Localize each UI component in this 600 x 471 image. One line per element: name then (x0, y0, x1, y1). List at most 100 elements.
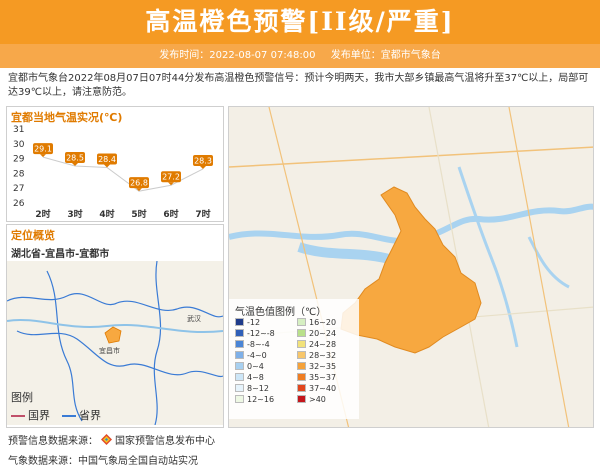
warning-source-label: 预警信息数据来源： (8, 436, 98, 447)
legend-swatch (235, 384, 244, 392)
temperature-chart: 31 30 29 28 27 26 29.1 2时 28.5 3时 28.4 4时 26.8 5时 27.2… (13, 125, 213, 220)
legend-swatch (297, 351, 306, 359)
overview-legend-title: 图例 (11, 391, 33, 404)
province-border-swatch (62, 415, 76, 417)
legend-label: -12 (247, 317, 261, 327)
temperature-legend-item: 4~8 (235, 372, 295, 382)
temperature-legend-item: -12~-8 (235, 328, 295, 338)
x-tick-label: 5时 (131, 208, 146, 220)
temperature-legend-item: -4~0 (235, 350, 295, 360)
temperature-legend-item: >40 (297, 394, 357, 404)
warning-map[interactable]: 气温色值图例（℃） -12 16~20 -12~-8 20~24 -8~-4 24~28-… (228, 106, 594, 428)
legend-label: 28~32 (309, 350, 337, 360)
temperature-legend-item: 8~12 (235, 383, 295, 393)
data-label: 29.1 (33, 143, 53, 158)
legend-label: 32~35 (309, 361, 337, 371)
temperature-legend-item: 37~40 (297, 383, 357, 393)
legend-label: 8~12 (247, 383, 269, 393)
legend-label: -8~-4 (247, 339, 270, 349)
y-tick-label: 30 (13, 140, 25, 150)
warning-description: 宜都市气象台2022年08月07日07时44分发布高温橙色预警信号：预计今明两天… (8, 73, 589, 98)
legend-swatch (235, 318, 244, 326)
x-tick-label: 2时 (35, 208, 50, 220)
publish-unit: 发布单位：宜都市气象台 (330, 50, 441, 61)
location-panel-title: 定位概览 (11, 229, 55, 242)
data-label: 28.4 (97, 153, 117, 168)
overview-legend: 图例 国界 省界 (11, 389, 101, 423)
temperature-legend-item: 12~16 (235, 394, 295, 404)
y-tick-label: 28 (13, 169, 25, 179)
temperature-legend-title: 气温色值图例（℃） (235, 307, 327, 318)
legend-label: -12~-8 (247, 328, 275, 338)
legend-label: 12~16 (247, 394, 275, 404)
x-tick-label: 7时 (195, 208, 210, 220)
data-label: 28.3 (193, 154, 213, 169)
legend-label: >40 (309, 394, 326, 404)
legend-label: 0~4 (247, 361, 264, 371)
temperature-legend-item: 32~35 (297, 361, 357, 371)
temperature-legend-item: 28~32 (297, 350, 357, 360)
location-panel: 定位概览 湖北省-宜昌市-宜都市 宜昌市 武汉 图例 国界 省界 (6, 224, 224, 428)
legend-swatch (297, 362, 306, 370)
svg-text:27.2: 27.2 (162, 173, 180, 182)
x-tick-label: 4时 (99, 208, 114, 220)
temperature-legend-item: 16~20 (297, 317, 357, 327)
overview-place-wuhan: 武汉 (187, 314, 201, 323)
x-tick-label: 6时 (163, 208, 178, 220)
temperature-legend-item: -12 (235, 317, 295, 327)
overview-legend-items: 国界 省界 (11, 407, 101, 423)
country-border-swatch (11, 415, 25, 417)
temperature-legend-panel: 气温色值图例（℃） -12 16~20 -12~-8 20~24 -8~-4 24~28-… (229, 299, 359, 419)
legend-label: 4~8 (247, 372, 264, 382)
data-label: 26.8 (129, 177, 149, 192)
legend-label: 24~28 (309, 339, 337, 349)
warning-title: 高温橙色预警[II级/严重] (0, 0, 600, 44)
y-tick-label: 27 (13, 184, 24, 194)
svg-text:28.3: 28.3 (194, 156, 212, 165)
temperature-panel-title: 宜都当地气温实况(℃) (11, 111, 123, 124)
svg-text:28.5: 28.5 (66, 154, 84, 163)
legend-label: 16~20 (309, 317, 337, 327)
legend-swatch (235, 373, 244, 381)
data-label: 27.2 (161, 171, 181, 186)
x-tick-label: 3时 (67, 208, 82, 220)
province-border-label: 省界 (79, 409, 101, 422)
temperature-legend-item: 20~24 (297, 328, 357, 338)
temperature-legend-item: -8~-4 (235, 339, 295, 349)
legend-swatch (297, 340, 306, 348)
legend-swatch (235, 351, 244, 359)
legend-swatch (297, 318, 306, 326)
legend-swatch (297, 329, 306, 337)
temperature-panel: 宜都当地气温实况(℃) 31 30 29 28 27 26 29.1 2时 28.5 3时 28.4… (6, 106, 224, 222)
publish-time: 发布时间：2022-08-07 07:48:00 (159, 50, 316, 61)
legend-swatch (297, 373, 306, 381)
y-tick-label: 26 (13, 199, 25, 209)
y-tick-label: 29 (13, 155, 25, 165)
legend-swatch (297, 395, 306, 403)
svg-text:26.8: 26.8 (130, 179, 148, 188)
warning-source: 预警信息数据来源： 国家预警信息发布中心 (8, 432, 215, 447)
temperature-legend-item: 24~28 (297, 339, 357, 349)
legend-label: 20~24 (309, 328, 337, 338)
legend-swatch (235, 362, 244, 370)
warning-source-name: 国家预警信息发布中心 (115, 436, 215, 447)
meta-bar: 发布时间：2022-08-07 07:48:00 发布单位：宜都市气象台 (0, 44, 600, 68)
legend-label: -4~0 (247, 350, 267, 360)
svg-text:28.4: 28.4 (98, 155, 116, 164)
legend-country-border: 国界 (11, 407, 50, 423)
svg-text:29.1: 29.1 (34, 145, 52, 154)
temperature-legend-grid: -12 16~20 -12~-8 20~24 -8~-4 24~28 -4~0 28~32 0~… (235, 317, 357, 404)
legend-swatch (235, 329, 244, 337)
overview-place-yichang: 宜昌市 (99, 346, 120, 355)
temperature-legend-item: 35~37 (297, 372, 357, 382)
legend-province-border: 省界 (62, 407, 101, 423)
y-tick-label: 31 (13, 125, 24, 135)
warning-center-logo-icon (101, 434, 112, 445)
legend-label: 37~40 (309, 383, 337, 393)
legend-swatch (235, 395, 244, 403)
legend-swatch (297, 384, 306, 392)
weather-source: 气象数据来源：中国气象局全国自动站实况 (8, 456, 198, 467)
legend-swatch (235, 340, 244, 348)
country-border-label: 国界 (28, 409, 50, 422)
legend-label: 35~37 (309, 372, 337, 382)
